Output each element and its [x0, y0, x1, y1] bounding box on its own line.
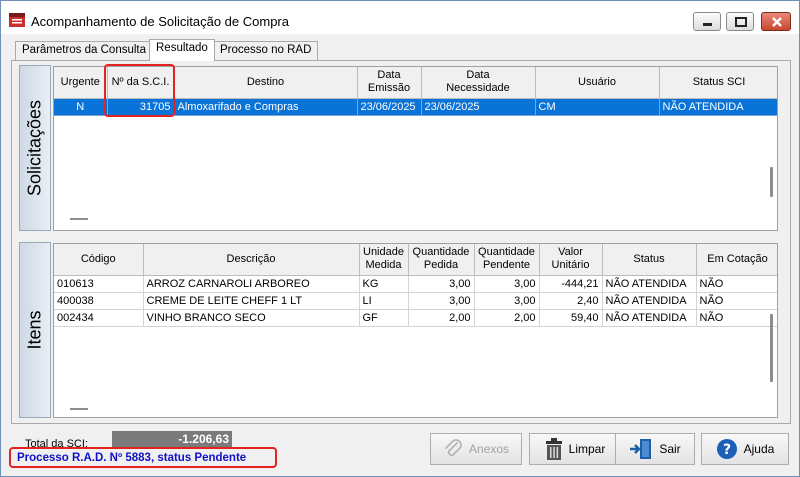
solicitacoes-label: Solicitações — [24, 99, 45, 197]
limpar-button[interactable]: Limpar — [529, 433, 621, 465]
cell-valor: -444,21 — [539, 275, 603, 293]
maximize-icon — [735, 17, 747, 27]
solicitacoes-sidebar: Solicitações — [19, 65, 51, 231]
horizontal-scrollbar[interactable] — [70, 408, 88, 410]
anexos-label: Anexos — [468, 442, 510, 456]
cell-qtd-pedida: 3,00 — [408, 275, 475, 293]
anexos-button[interactable]: Anexos — [430, 433, 522, 465]
cell-qtd-pendente: 2,00 — [474, 309, 540, 327]
itens-label: Itens — [24, 310, 45, 350]
cell-usuario: CM — [535, 98, 660, 116]
help-icon: ? — [716, 439, 737, 459]
table-header: Código Descrição Unidade Medida Quantidad… — [54, 244, 777, 276]
cell-unidade: KG — [359, 275, 409, 293]
cell-valor: 2,40 — [539, 292, 603, 310]
cell-destino: Almoxarifado e Compras — [174, 98, 358, 116]
close-button[interactable] — [761, 12, 791, 31]
cell-status: NÃO ATENDIDA — [602, 275, 697, 293]
highlight-sci-number — [104, 64, 175, 117]
cell-status: NÃO ATENDIDA — [602, 292, 697, 310]
itens-grid[interactable]: Código Descrição Unidade Medida Quantidad… — [53, 243, 778, 418]
cell-descricao: CREME DE LEITE CHEFF 1 LT — [143, 292, 360, 310]
minimize-button[interactable] — [693, 12, 721, 31]
cell-unidade: GF — [359, 309, 409, 327]
sair-button[interactable]: Sair — [615, 433, 695, 465]
window-title: Acompanhamento de Solicitação de Compra — [31, 14, 289, 29]
table-row[interactable]: 400038 CREME DE LEITE CHEFF 1 LT LI 3,00… — [54, 292, 777, 310]
column-header[interactable]: Quantidade Pedida — [408, 244, 475, 276]
sair-label: Sair — [659, 442, 681, 456]
cell-codigo: 002434 — [54, 309, 144, 327]
tab-label: Resultado — [156, 42, 208, 54]
maximize-button[interactable] — [726, 12, 754, 31]
total-value: -1.206,63 — [112, 431, 232, 448]
close-icon — [772, 17, 782, 27]
cell-qtd-pendente: 3,00 — [474, 275, 540, 293]
column-header[interactable]: Status — [602, 244, 697, 276]
vertical-scrollbar[interactable] — [770, 167, 773, 197]
column-header[interactable]: Unidade Medida — [359, 244, 409, 276]
cell-emissao: 23/06/2025 — [357, 98, 422, 116]
column-header[interactable]: Código — [54, 244, 144, 276]
cell-status: NÃO ATENDIDA — [659, 98, 777, 116]
ajuda-button[interactable]: ? Ajuda — [701, 433, 789, 465]
tab-processo-rad[interactable]: Processo no RAD — [213, 41, 319, 61]
table-row[interactable]: 002434 VINHO BRANCO SECO GF 2,00 2,00 59… — [54, 309, 777, 327]
horizontal-scrollbar[interactable] — [70, 218, 88, 220]
itens-table: Código Descrição Unidade Medida Quantidad… — [54, 244, 777, 327]
exit-door-icon — [630, 439, 652, 459]
column-header[interactable]: Usuário — [535, 67, 660, 99]
column-header[interactable]: Urgente — [54, 67, 108, 99]
paperclip-icon — [445, 439, 462, 457]
limpar-label: Limpar — [568, 442, 606, 456]
cell-codigo: 010613 — [54, 275, 144, 293]
cell-necessidade: 23/06/2025 — [421, 98, 536, 116]
cell-codigo: 400038 — [54, 292, 144, 310]
trash-icon — [545, 438, 562, 460]
itens-sidebar: Itens — [19, 242, 51, 418]
cell-cotacao: NÃO — [696, 309, 777, 327]
ajuda-label: Ajuda — [743, 442, 775, 456]
column-header[interactable]: Data Necessidade — [421, 67, 536, 99]
table-row[interactable]: 010613 ARROZ CARNAROLI ARBOREO KG 3,00 3… — [54, 275, 777, 293]
tab-label: Parâmetros da Consulta — [22, 44, 147, 56]
column-header[interactable]: Quantidade Pendente — [474, 244, 540, 276]
tab-resultado[interactable]: Resultado — [149, 39, 215, 61]
cell-descricao: ARROZ CARNAROLI ARBOREO — [143, 275, 360, 293]
cell-descricao: VINHO BRANCO SECO — [143, 309, 360, 327]
tab-label: Processo no RAD — [220, 44, 312, 56]
cell-unidade: LI — [359, 292, 409, 310]
column-header[interactable]: Data Emissão — [357, 67, 422, 99]
cell-urgente: N — [54, 98, 108, 116]
column-header[interactable]: Destino — [174, 67, 358, 99]
vertical-scrollbar[interactable] — [770, 314, 773, 382]
column-header[interactable]: Valor Unitário — [539, 244, 603, 276]
main-window: Acompanhamento de Solicitação de Compra … — [0, 0, 800, 477]
title-bar[interactable]: Acompanhamento de Solicitação de Compra — [1, 1, 799, 34]
column-header[interactable]: Descrição — [143, 244, 360, 276]
cell-cotacao: NÃO — [696, 292, 777, 310]
cell-qtd-pedida: 3,00 — [408, 292, 475, 310]
svg-text:?: ? — [723, 442, 731, 458]
app-icon — [9, 13, 25, 27]
cell-qtd-pedida: 2,00 — [408, 309, 475, 327]
cell-cotacao: NÃO — [696, 275, 777, 293]
minimize-icon — [703, 23, 712, 26]
cell-valor: 59,40 — [539, 309, 603, 327]
tab-parametros[interactable]: Parâmetros da Consulta — [15, 41, 154, 61]
status-message: Processo R.A.D. Nº 5883, status Pendente — [17, 452, 247, 464]
column-header[interactable]: Status SCI — [659, 67, 777, 99]
cell-qtd-pendente: 3,00 — [474, 292, 540, 310]
column-header[interactable]: Em Cotação — [696, 244, 777, 276]
cell-status: NÃO ATENDIDA — [602, 309, 697, 327]
